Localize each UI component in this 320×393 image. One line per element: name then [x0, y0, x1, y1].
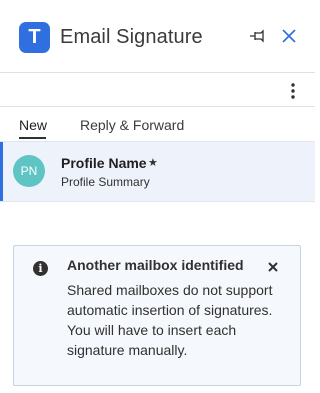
header: T Email Signature — [0, 0, 315, 73]
app-title: Email Signature — [60, 26, 203, 48]
notice-message: Shared mailboxes do not support automati… — [67, 282, 273, 358]
notice-banner: i Another mailbox identified Shared mail… — [13, 245, 301, 386]
info-icon: i — [33, 261, 48, 276]
more-vertical-icon[interactable] — [284, 82, 302, 100]
close-icon[interactable] — [281, 28, 297, 44]
selection-indicator — [0, 142, 3, 201]
tab-reply-forward[interactable]: Reply & Forward — [80, 117, 184, 133]
star-icon: ★ — [148, 157, 158, 169]
tab-new[interactable]: New — [19, 117, 47, 133]
notice-title: Another mailbox identified — [67, 257, 244, 273]
avatar: PN — [13, 155, 45, 187]
tab-bar: New Reply & Forward — [0, 107, 315, 141]
pin-icon[interactable] — [249, 28, 267, 44]
app-logo: T — [19, 22, 50, 53]
profile-list-item[interactable]: PN Profile Name ★ Profile Summary — [0, 141, 315, 202]
profile-summary: Profile Summary — [61, 175, 150, 189]
toolbar — [0, 73, 315, 107]
dismiss-icon[interactable] — [267, 261, 279, 273]
profile-name: Profile Name — [61, 155, 147, 171]
tab-active-indicator — [19, 137, 46, 139]
